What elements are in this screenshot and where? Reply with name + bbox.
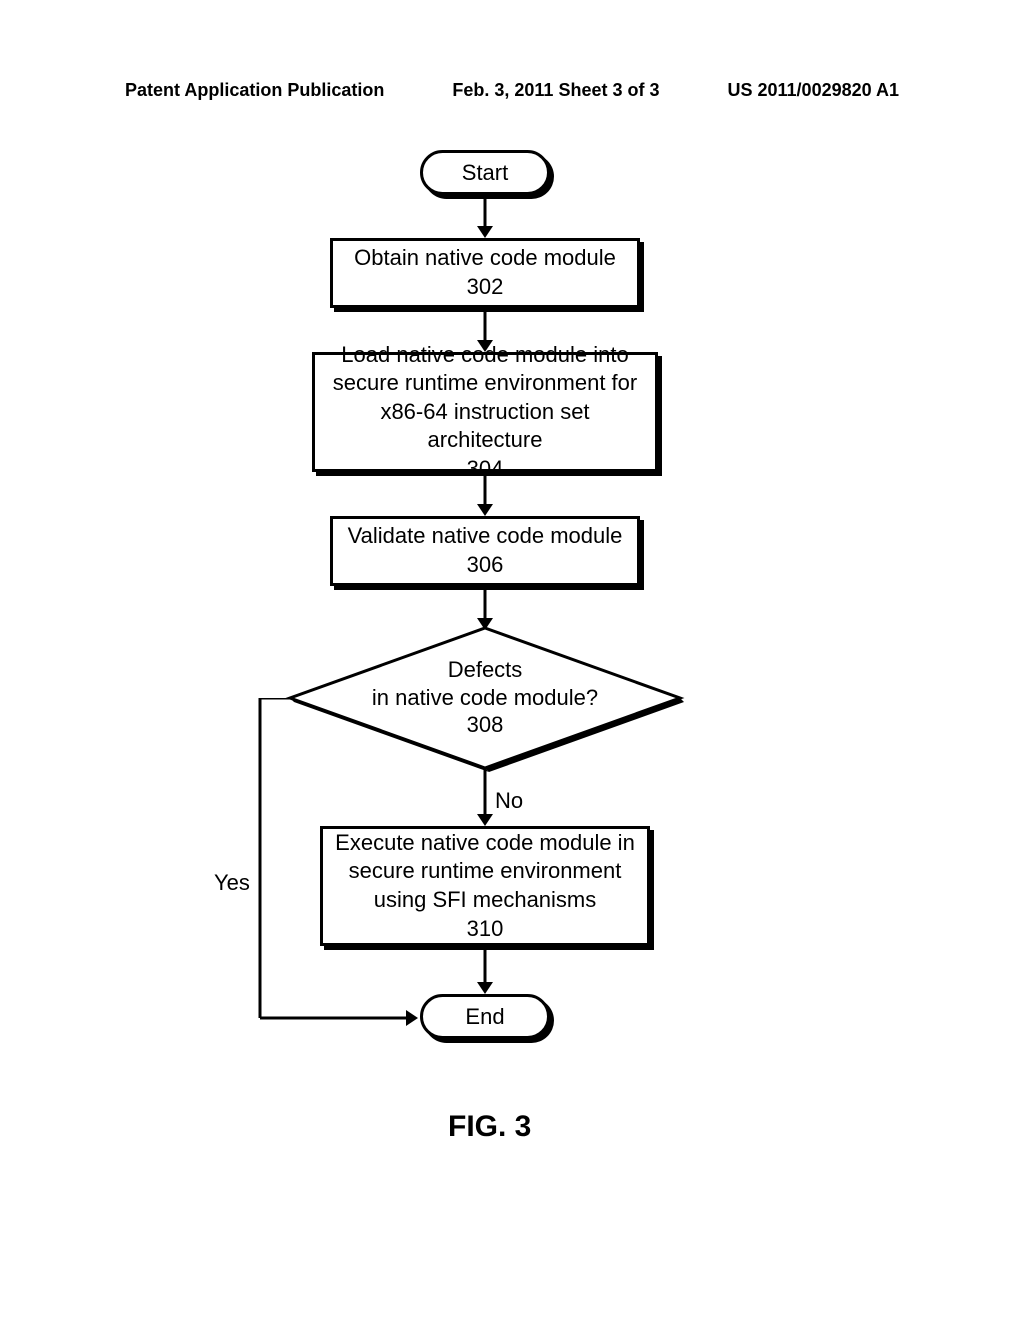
process-306-text: Validate native code module <box>348 522 623 551</box>
edge-no-label: No <box>495 788 523 814</box>
arrow-306-308 <box>475 590 495 632</box>
page-header: Patent Application Publication Feb. 3, 2… <box>0 80 1024 101</box>
arrow-310-end <box>475 950 495 996</box>
edge-yes-label: Yes <box>214 870 250 896</box>
no-text: No <box>495 788 523 813</box>
end-label: End <box>465 1004 504 1030</box>
start-label: Start <box>462 160 508 186</box>
process-310-num: 310 <box>467 915 504 944</box>
process-304-text: Load native code module into secure runt… <box>323 341 647 455</box>
process-306-num: 306 <box>467 551 504 580</box>
decision-308-num: 308 <box>467 712 504 737</box>
flowchart-canvas: Start Obtain native code module 302 Load… <box>0 150 1024 1170</box>
header-right: US 2011/0029820 A1 <box>728 80 899 101</box>
process-302: Obtain native code module 302 <box>330 238 640 308</box>
header-center: Feb. 3, 2011 Sheet 3 of 3 <box>452 80 659 101</box>
arrow-yes-path <box>250 698 430 1028</box>
process-306: Validate native code module 306 <box>330 516 640 586</box>
process-302-text: Obtain native code module <box>354 244 616 273</box>
figure-label: FIG. 3 <box>448 1110 531 1144</box>
figure-label-text: FIG. 3 <box>448 1110 531 1143</box>
process-304: Load native code module into secure runt… <box>312 352 658 472</box>
header-left: Patent Application Publication <box>125 80 384 101</box>
start-terminator: Start <box>420 150 550 195</box>
arrow-304-306 <box>475 476 495 518</box>
yes-text: Yes <box>214 870 250 895</box>
process-302-num: 302 <box>467 273 504 302</box>
end-terminator: End <box>420 994 550 1039</box>
arrow-308-310 <box>475 768 495 828</box>
arrow-start-302 <box>475 198 495 240</box>
